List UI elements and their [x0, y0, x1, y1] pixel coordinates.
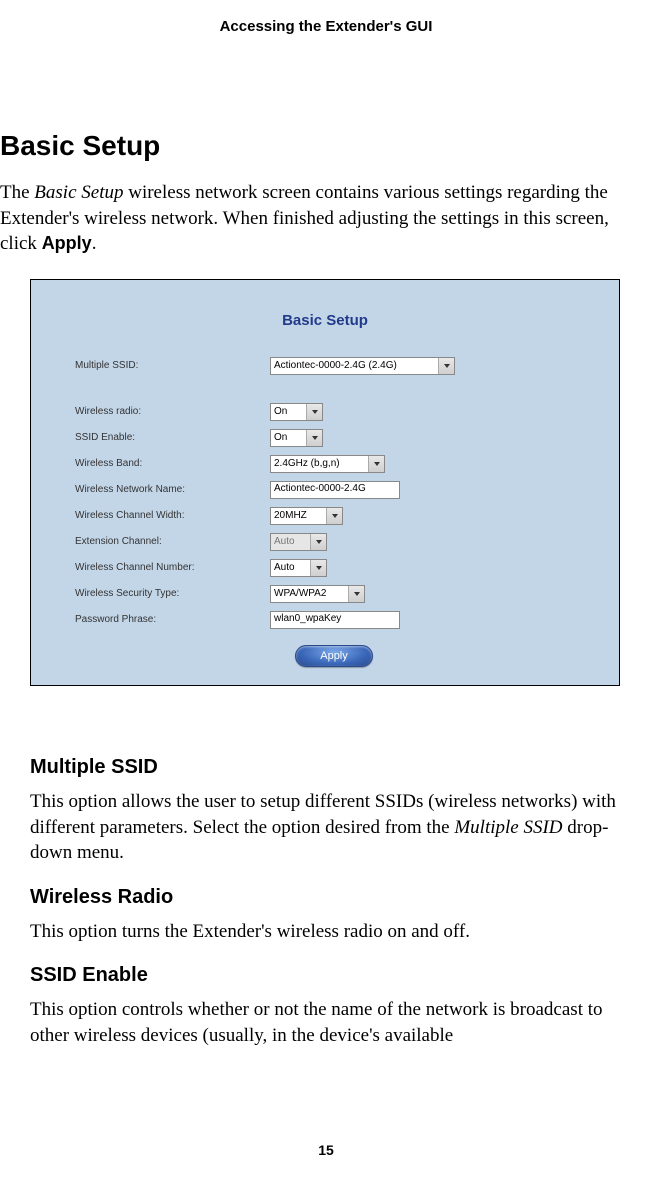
chevron-down-icon: [306, 430, 322, 446]
heading-basic-setup: Basic Setup: [0, 130, 648, 162]
row-wireless-radio: Wireless radio: On: [45, 399, 605, 425]
page-number: 15: [0, 1142, 652, 1158]
select-value: 2.4GHz (b,g,n): [274, 458, 364, 469]
label-multiple-ssid: Multiple SSID:: [45, 360, 270, 371]
select-wireless-radio[interactable]: On: [270, 403, 323, 421]
intro-text: The: [0, 182, 34, 203]
apply-row: Apply: [45, 633, 605, 671]
chevron-down-icon: [306, 404, 322, 420]
row-security-type: Wireless Security Type: WPA/WPA2: [45, 581, 605, 607]
row-channel-number: Wireless Channel Number: Auto: [45, 555, 605, 581]
chevron-down-icon: [368, 456, 384, 472]
heading-multiple-ssid: Multiple SSID: [30, 756, 638, 779]
input-password[interactable]: wlan0_wpaKey: [270, 611, 400, 629]
label-network-name: Wireless Network Name:: [45, 484, 270, 495]
select-value: On: [274, 432, 302, 443]
select-value: Actiontec-0000-2.4G (2.4G): [274, 360, 434, 371]
select-ssid-enable[interactable]: On: [270, 429, 323, 447]
row-multiple-ssid: Multiple SSID: Actiontec-0000-2.4G (2.4G…: [45, 353, 605, 379]
row-ssid-enable: SSID Enable: On: [45, 425, 605, 451]
paragraph-ssid-enable: This option controls whether or not the …: [30, 997, 638, 1048]
label-extension-channel: Extension Channel:: [45, 536, 270, 547]
label-wireless-band: Wireless Band:: [45, 458, 270, 469]
chevron-down-icon: [438, 358, 454, 374]
label-password: Password Phrase:: [45, 614, 270, 625]
label-ssid-enable: SSID Enable:: [45, 432, 270, 443]
intro-italic: Basic Setup: [34, 182, 123, 203]
row-network-name: Wireless Network Name: Actiontec-0000-2.…: [45, 477, 605, 503]
chevron-down-icon: [310, 534, 326, 550]
select-value: 20MHZ: [274, 510, 322, 521]
row-password: Password Phrase: wlan0_wpaKey: [45, 607, 605, 633]
apply-button[interactable]: Apply: [295, 645, 373, 667]
select-value: On: [274, 406, 302, 417]
intro-bold: Apply: [42, 233, 92, 253]
page-header: Accessing the Extender's GUI: [0, 0, 652, 35]
select-multiple-ssid[interactable]: Actiontec-0000-2.4G (2.4G): [270, 357, 455, 375]
row-channel-width: Wireless Channel Width: 20MHZ: [45, 503, 605, 529]
row-extension-channel: Extension Channel: Auto: [45, 529, 605, 555]
label-security-type: Wireless Security Type:: [45, 588, 270, 599]
select-channel-width[interactable]: 20MHZ: [270, 507, 343, 525]
input-network-name[interactable]: Actiontec-0000-2.4G: [270, 481, 400, 499]
select-security-type[interactable]: WPA/WPA2: [270, 585, 365, 603]
basic-setup-panel: Basic Setup Multiple SSID: Actiontec-000…: [30, 279, 620, 686]
select-value: Auto: [274, 536, 306, 547]
select-extension-channel: Auto: [270, 533, 327, 551]
intro-text: .: [92, 233, 97, 254]
chevron-down-icon: [348, 586, 364, 602]
chevron-down-icon: [326, 508, 342, 524]
select-value: WPA/WPA2: [274, 588, 344, 599]
row-wireless-band: Wireless Band: 2.4GHz (b,g,n): [45, 451, 605, 477]
paragraph-wireless-radio: This option turns the Extender's wireles…: [30, 919, 638, 945]
body-italic: Multiple SSID: [454, 817, 562, 838]
select-channel-number[interactable]: Auto: [270, 559, 327, 577]
intro-paragraph: The Basic Setup wireless network screen …: [0, 180, 648, 257]
label-channel-width: Wireless Channel Width:: [45, 510, 270, 521]
select-value: Auto: [274, 562, 306, 573]
heading-ssid-enable: SSID Enable: [30, 964, 638, 987]
label-channel-number: Wireless Channel Number:: [45, 562, 270, 573]
heading-wireless-radio: Wireless Radio: [30, 886, 638, 909]
select-wireless-band[interactable]: 2.4GHz (b,g,n): [270, 455, 385, 473]
paragraph-multiple-ssid: This option allows the user to setup dif…: [30, 789, 638, 866]
chevron-down-icon: [310, 560, 326, 576]
panel-title: Basic Setup: [45, 294, 605, 353]
label-wireless-radio: Wireless radio:: [45, 406, 270, 417]
